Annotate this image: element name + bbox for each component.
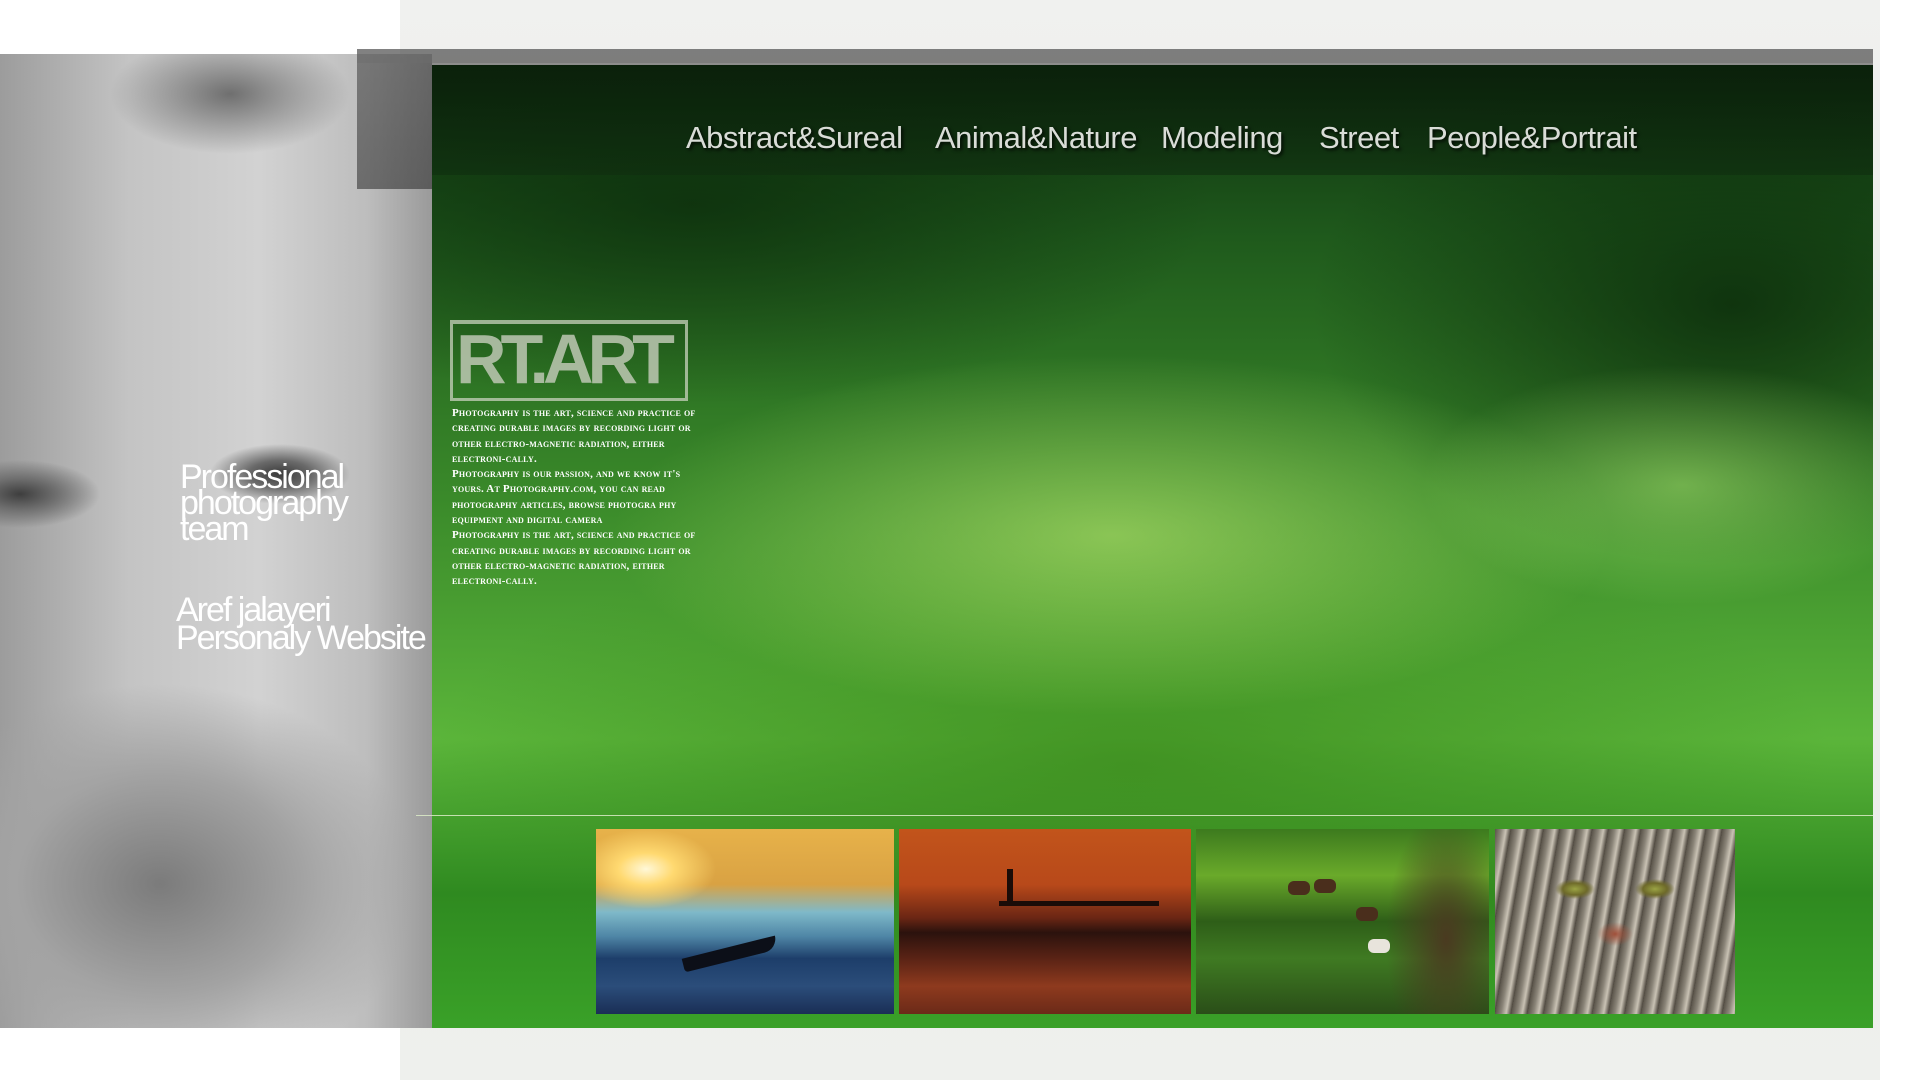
- horse-shape: [1356, 907, 1378, 921]
- thumbnail-orange-sunset-pier[interactable]: [899, 829, 1191, 1014]
- intro-paragraph: Photography is our passion, and we know …: [452, 468, 681, 527]
- nav-item-modeling[interactable]: Modeling: [1161, 120, 1283, 156]
- intro-text: Photography is the art, science and prac…: [452, 406, 708, 590]
- main-nav: Abstract&Sureal Animal&Nature Modeling S…: [660, 118, 1660, 158]
- logo-text: RT.ART: [456, 320, 675, 398]
- nav-item-people-portrait[interactable]: People&Portrait: [1427, 120, 1637, 156]
- horse-shape: [1314, 879, 1336, 893]
- pier-shape: [999, 901, 1159, 906]
- thumbnail-horses-forest[interactable]: [1196, 829, 1489, 1014]
- horse-shape: [1368, 939, 1390, 953]
- intro-paragraph: Photography is the art, science and prac…: [452, 407, 696, 465]
- owner-title: Aref jalayeri Personaly Website: [176, 593, 436, 657]
- intro-paragraph: Photography is the art, science and prac…: [452, 529, 696, 588]
- horse-shape: [1288, 881, 1310, 895]
- owner-subtitle: Personaly Website: [176, 619, 427, 657]
- tower-shape: [1007, 869, 1013, 903]
- boat-shape: [681, 935, 779, 973]
- nav-item-animal-nature[interactable]: Animal&Nature: [935, 120, 1137, 156]
- nav-item-street[interactable]: Street: [1319, 120, 1399, 156]
- tagline: Professional photography team: [180, 460, 420, 546]
- thumbnail-sunset-boat[interactable]: [596, 829, 894, 1014]
- site-logo[interactable]: RT.ART: [450, 320, 688, 401]
- divider: [416, 815, 1873, 816]
- thumbnail-cat-closeup[interactable]: [1495, 829, 1735, 1014]
- nav-item-abstract-sureal[interactable]: Abstract&Sureal: [686, 120, 903, 156]
